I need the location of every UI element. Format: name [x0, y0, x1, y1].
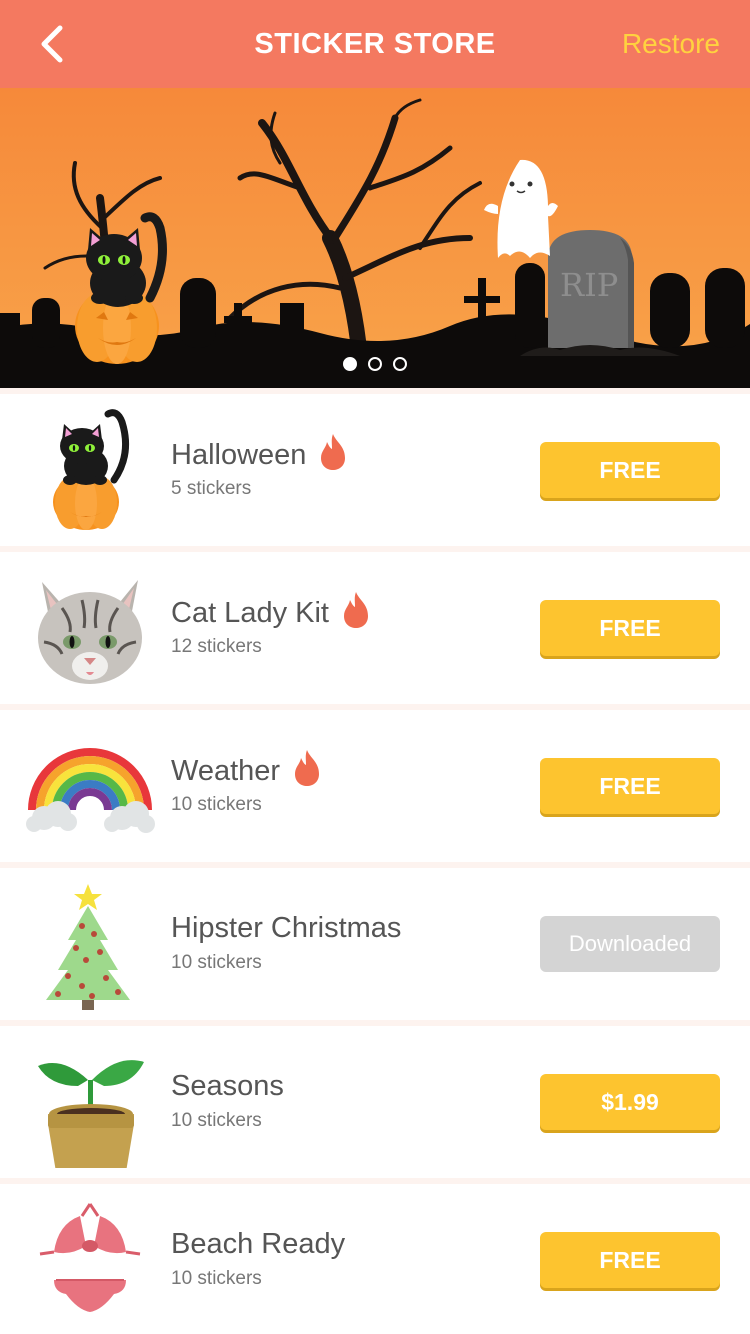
fire-icon: [343, 592, 368, 628]
carousel-dots: [0, 357, 750, 371]
pack-title: Cat Lady Kit: [171, 596, 329, 629]
pack-title: Hipster Christmas: [171, 912, 402, 944]
rainbow-icon: [22, 720, 158, 852]
christmas-tree-icon: [22, 878, 158, 1010]
cat-face-icon: [22, 562, 158, 694]
list-item[interactable]: Weather 10 stickers FREE: [0, 710, 750, 862]
get-pack-button[interactable]: FREE: [540, 758, 720, 814]
pack-name: Halloween: [171, 434, 348, 472]
halloween-banner-illustration: RIP: [0, 88, 750, 388]
pack-title: Weather: [171, 754, 281, 787]
carousel-dot-1[interactable]: [343, 357, 357, 371]
pack-name: Cat Lady Kit: [171, 592, 371, 630]
pack-title: Halloween: [171, 438, 307, 471]
pack-name: Weather: [171, 750, 322, 788]
downloaded-button[interactable]: Downloaded: [540, 916, 720, 972]
get-pack-button[interactable]: FREE: [540, 442, 720, 498]
pack-name: Hipster Christmas: [171, 912, 401, 945]
featured-banner[interactable]: RIP: [0, 88, 750, 388]
sticker-count: 12 stickers: [171, 636, 262, 657]
pack-name: Beach Ready: [171, 1228, 345, 1261]
sticker-pack-list: Halloween 5 stickers FREE Cat Lady Kit 1…: [0, 394, 750, 1334]
cat-pumpkin-icon: [22, 404, 158, 536]
sticker-count: 10 stickers: [171, 794, 262, 815]
list-item[interactable]: Hipster Christmas 10 stickers Downloaded: [0, 868, 750, 1020]
sticker-count: 5 stickers: [171, 478, 252, 499]
sticker-count: 10 stickers: [171, 1110, 262, 1131]
get-pack-button[interactable]: FREE: [540, 1232, 720, 1288]
sticker-count: 10 stickers: [171, 1268, 262, 1289]
nav-bar: STICKER STORE Restore: [0, 0, 750, 88]
list-item[interactable]: Seasons 10 stickers $1.99: [0, 1026, 750, 1178]
pack-title: Seasons: [171, 1070, 284, 1102]
sprout-pot-icon: [22, 1036, 158, 1168]
pack-name: Seasons: [171, 1070, 284, 1103]
sticker-count: 10 stickers: [171, 952, 262, 973]
bikini-icon: [22, 1194, 158, 1326]
pack-title: Beach Ready: [171, 1228, 346, 1260]
list-item[interactable]: Cat Lady Kit 12 stickers FREE: [0, 552, 750, 704]
carousel-dot-3[interactable]: [393, 357, 407, 371]
restore-button[interactable]: Restore: [622, 28, 720, 60]
buy-pack-button[interactable]: $1.99: [540, 1074, 720, 1130]
fire-icon: [321, 434, 346, 470]
carousel-dot-2[interactable]: [368, 357, 382, 371]
list-item[interactable]: Beach Ready 10 stickers FREE: [0, 1184, 750, 1334]
get-pack-button[interactable]: FREE: [540, 600, 720, 656]
fire-icon: [295, 750, 320, 786]
list-item[interactable]: Halloween 5 stickers FREE: [0, 394, 750, 546]
tombstone-text: RIP: [560, 266, 618, 304]
